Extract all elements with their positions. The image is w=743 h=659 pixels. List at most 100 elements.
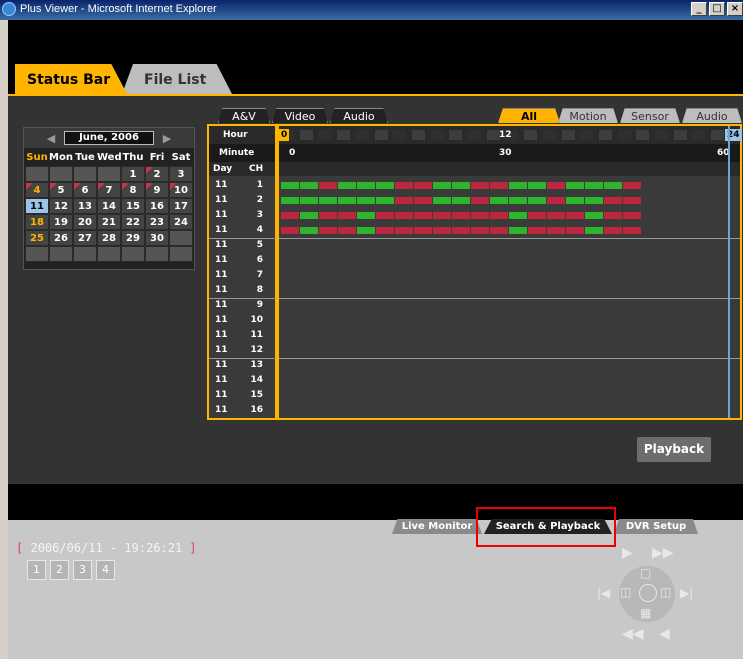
- recording-segment[interactable]: [547, 227, 565, 234]
- recording-segment[interactable]: [281, 197, 299, 204]
- playback-button[interactable]: Playback: [637, 437, 711, 462]
- tab-motion[interactable]: Motion: [558, 108, 618, 123]
- recording-segment[interactable]: [338, 182, 356, 189]
- recording-segment[interactable]: [357, 197, 375, 204]
- calendar-day[interactable]: 27: [73, 230, 97, 246]
- recording-segment[interactable]: [566, 197, 584, 204]
- prev-month-icon[interactable]: ◀: [44, 132, 58, 145]
- recording-segment[interactable]: [395, 197, 413, 204]
- recording-segment[interactable]: [414, 227, 432, 234]
- recording-segment[interactable]: [433, 197, 451, 204]
- calendar-day[interactable]: 4: [25, 182, 49, 198]
- recording-segment[interactable]: [433, 227, 451, 234]
- recording-segment[interactable]: [490, 182, 508, 189]
- recording-segment[interactable]: [300, 227, 318, 234]
- pause-icon[interactable]: [639, 584, 657, 602]
- calendar-day[interactable]: 22: [121, 214, 145, 230]
- recording-segment[interactable]: [604, 212, 622, 219]
- calendar-day[interactable]: 18: [25, 214, 49, 230]
- reverse-play-icon[interactable]: ◀: [659, 626, 670, 642]
- recording-segment[interactable]: [566, 227, 584, 234]
- step-forward-icon[interactable]: ◫: [660, 585, 671, 599]
- recording-segment[interactable]: [623, 197, 641, 204]
- recording-segment[interactable]: [281, 182, 299, 189]
- recording-segment[interactable]: [319, 227, 337, 234]
- recording-segment[interactable]: [623, 227, 641, 234]
- calendar-day[interactable]: 28: [97, 230, 121, 246]
- recording-segment[interactable]: [395, 182, 413, 189]
- recording-segment[interactable]: [281, 227, 299, 234]
- recording-segment[interactable]: [471, 227, 489, 234]
- channel-2-button[interactable]: 2: [50, 560, 69, 580]
- recording-segment[interactable]: [376, 197, 394, 204]
- recording-segment[interactable]: [509, 197, 527, 204]
- recording-segment[interactable]: [433, 212, 451, 219]
- step-back-icon[interactable]: ◫: [620, 585, 631, 599]
- recording-segment[interactable]: [528, 197, 546, 204]
- recording-segment[interactable]: [395, 227, 413, 234]
- play-icon[interactable]: ▶: [622, 545, 633, 561]
- recording-segment[interactable]: [528, 182, 546, 189]
- recording-segment[interactable]: [585, 227, 603, 234]
- tab-audio-event[interactable]: Audio: [682, 108, 742, 123]
- recording-segment[interactable]: [490, 212, 508, 219]
- calendar-day[interactable]: 13: [73, 198, 97, 214]
- grid-icon[interactable]: ▦: [640, 606, 651, 620]
- recording-segment[interactable]: [357, 182, 375, 189]
- recording-segment[interactable]: [376, 227, 394, 234]
- recording-segment[interactable]: [281, 212, 299, 219]
- recording-segment[interactable]: [547, 182, 565, 189]
- recording-segment[interactable]: [623, 212, 641, 219]
- recording-segment[interactable]: [300, 212, 318, 219]
- recording-segment[interactable]: [357, 212, 375, 219]
- recording-segment[interactable]: [604, 197, 622, 204]
- end-cursor[interactable]: [728, 126, 730, 418]
- recording-segment[interactable]: [338, 212, 356, 219]
- close-icon[interactable]: ×: [727, 2, 743, 16]
- channel-4-button[interactable]: 4: [96, 560, 115, 580]
- recording-segment[interactable]: [471, 197, 489, 204]
- calendar-day[interactable]: 14: [97, 198, 121, 214]
- recording-segment[interactable]: [319, 197, 337, 204]
- recording-segment[interactable]: [357, 227, 375, 234]
- calendar-day[interactable]: 10: [169, 182, 193, 198]
- calendar-day[interactable]: 7: [97, 182, 121, 198]
- next-month-icon[interactable]: ▶: [160, 132, 174, 145]
- prev-frame-icon[interactable]: |◀: [597, 586, 610, 600]
- recording-segment[interactable]: [566, 182, 584, 189]
- calendar-day[interactable]: 21: [97, 214, 121, 230]
- calendar-day[interactable]: 17: [169, 198, 193, 214]
- recording-segment[interactable]: [338, 197, 356, 204]
- recording-segment[interactable]: [490, 197, 508, 204]
- calendar-day[interactable]: 29: [121, 230, 145, 246]
- calendar-day[interactable]: 3: [169, 166, 193, 182]
- recording-segment[interactable]: [395, 212, 413, 219]
- recording-segment[interactable]: [452, 212, 470, 219]
- calendar-day[interactable]: 1: [121, 166, 145, 182]
- stop-icon[interactable]: □: [640, 566, 651, 580]
- calendar-day[interactable]: 15: [121, 198, 145, 214]
- recording-segment[interactable]: [604, 182, 622, 189]
- calendar-day[interactable]: 8: [121, 182, 145, 198]
- channel-3-button[interactable]: 3: [73, 560, 92, 580]
- recording-segment[interactable]: [490, 227, 508, 234]
- maximize-icon[interactable]: □: [709, 2, 725, 16]
- tab-file-list[interactable]: File List: [122, 64, 232, 94]
- calendar-day[interactable]: 16: [145, 198, 169, 214]
- calendar-day[interactable]: 19: [49, 214, 73, 230]
- recording-segment[interactable]: [528, 227, 546, 234]
- recording-segment[interactable]: [452, 227, 470, 234]
- calendar-day[interactable]: 20: [73, 214, 97, 230]
- recording-segment[interactable]: [471, 182, 489, 189]
- recording-segment[interactable]: [300, 182, 318, 189]
- recording-segment[interactable]: [585, 182, 603, 189]
- recording-segment[interactable]: [414, 197, 432, 204]
- minimize-icon[interactable]: _: [691, 2, 707, 16]
- recording-segment[interactable]: [338, 227, 356, 234]
- calendar-day[interactable]: 26: [49, 230, 73, 246]
- recording-segment[interactable]: [452, 182, 470, 189]
- tab-live-monitor[interactable]: Live Monitor: [392, 519, 482, 534]
- recording-segment[interactable]: [547, 212, 565, 219]
- recording-segment[interactable]: [433, 182, 451, 189]
- timeline-grid[interactable]: Hour Minute Day CH 0 12 24 0 30 60 11 1 11…: [207, 124, 742, 420]
